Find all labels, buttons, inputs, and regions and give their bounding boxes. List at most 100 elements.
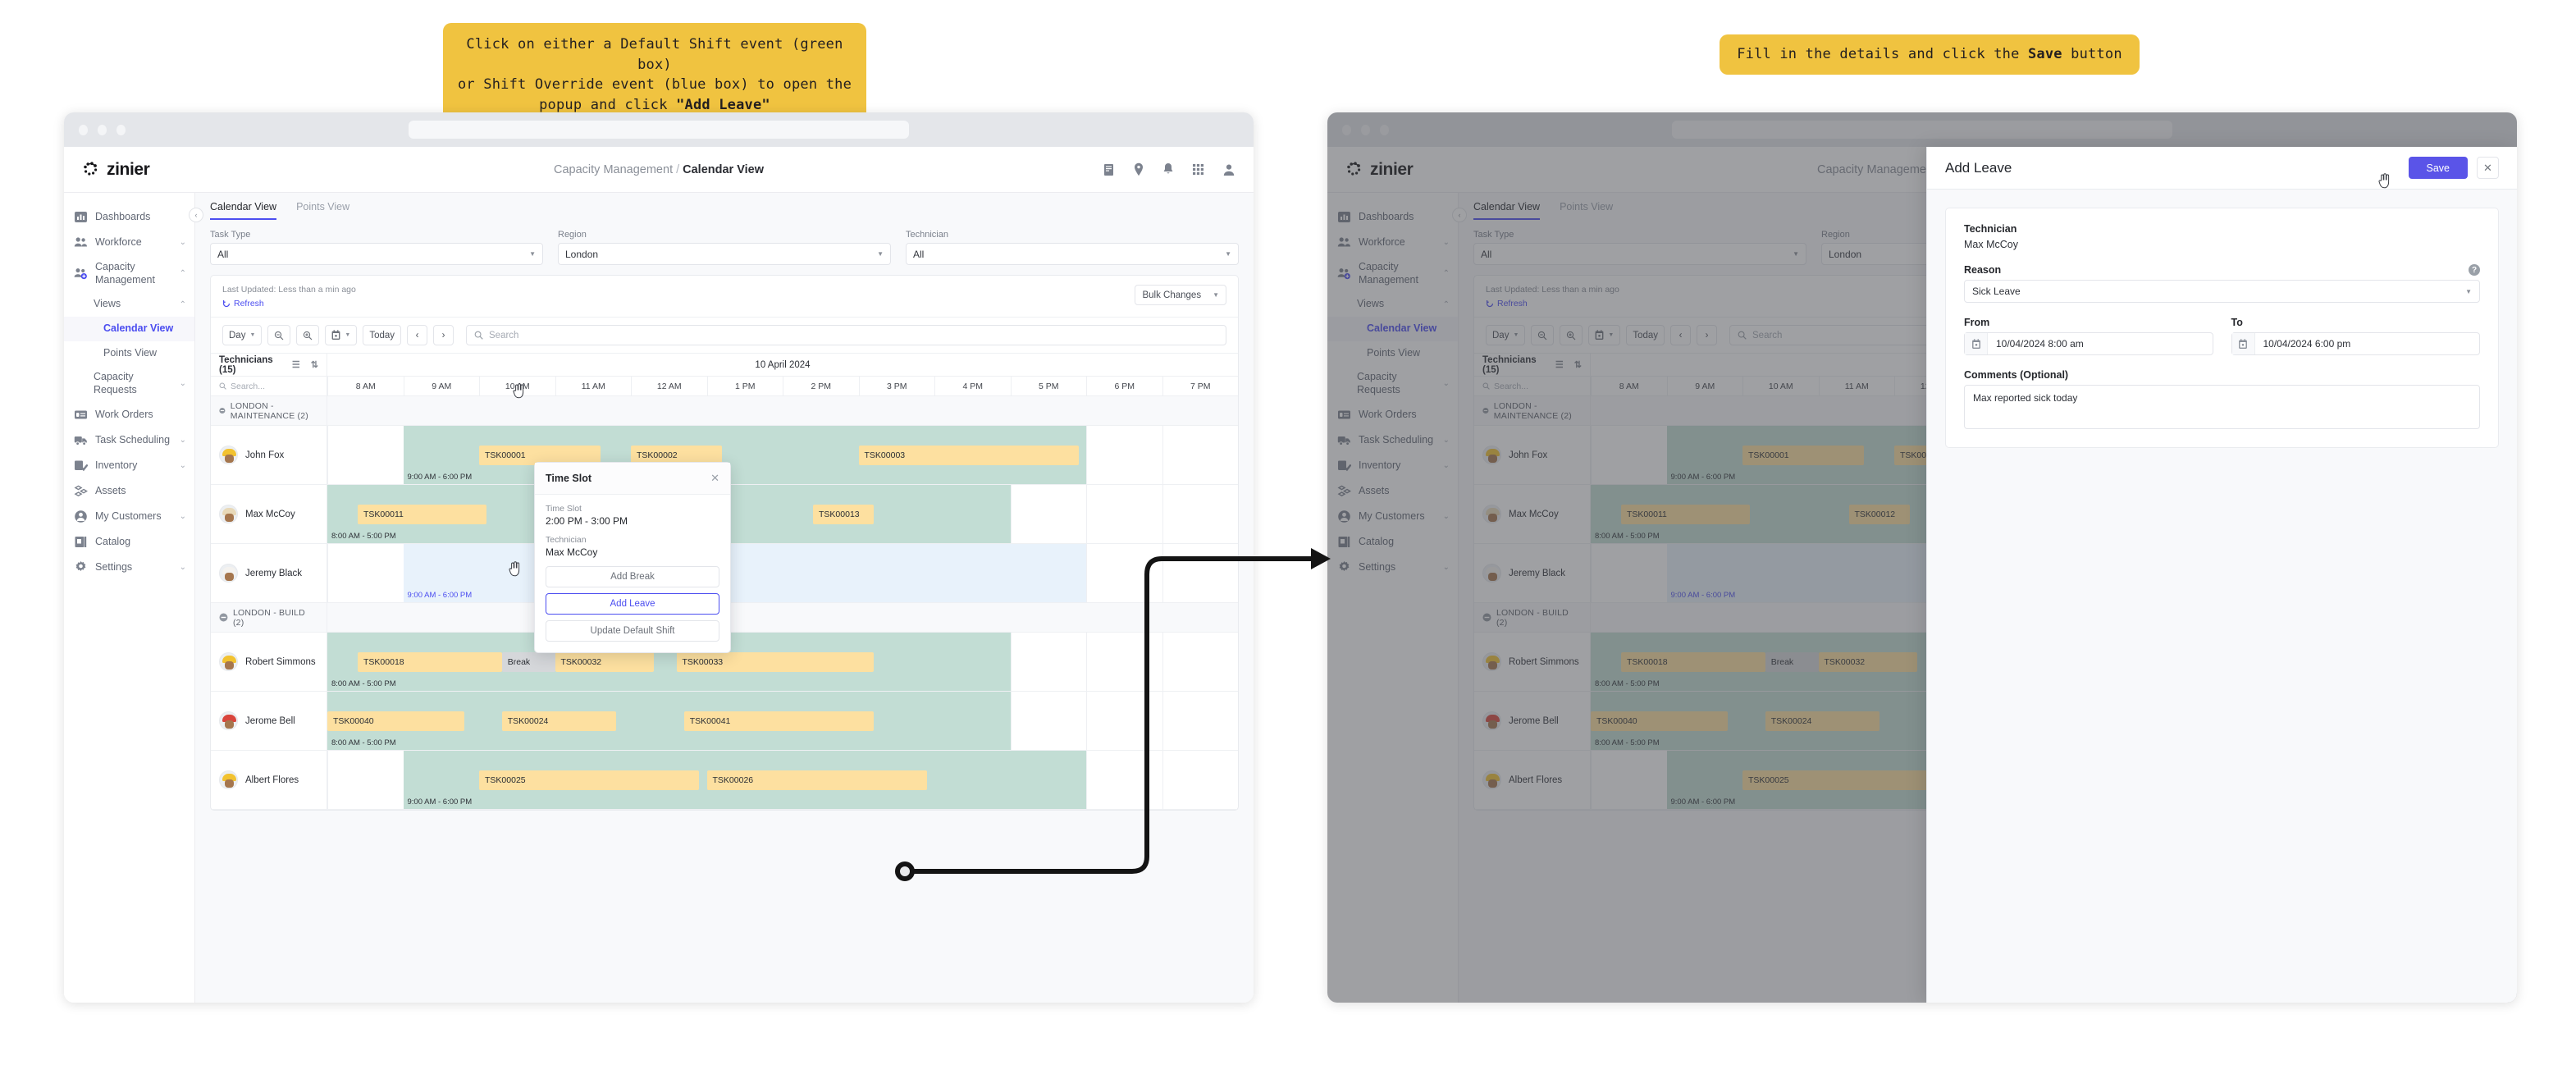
sidebar-item-views[interactable]: Views ⌃: [64, 292, 194, 317]
task-block[interactable]: TSK00040: [327, 711, 464, 731]
sidebar-item-dashboards[interactable]: Dashboards: [64, 204, 194, 230]
prev-button[interactable]: ‹: [407, 325, 428, 345]
window-maximize-dot[interactable]: [116, 124, 126, 135]
breadcrumb-current: Calendar View: [683, 162, 764, 176]
next-button[interactable]: ›: [433, 325, 454, 345]
task-block[interactable]: TSK00041: [683, 711, 874, 731]
from-datetime-input[interactable]: 10/04/2024 8:00 am: [1964, 332, 2213, 355]
help-icon[interactable]: ?: [2469, 264, 2480, 276]
breadcrumb-parent[interactable]: Capacity Management: [554, 163, 673, 176]
sidebar-item-catalog[interactable]: Catalog: [64, 529, 194, 555]
task-block[interactable]: TSK00026: [706, 770, 927, 790]
date-picker-button[interactable]: ▼: [325, 325, 358, 345]
bulk-changes-dropdown[interactable]: Bulk Changes ▼: [1135, 285, 1226, 305]
sidebar-item-capacity-management[interactable]: Capacity Management ⌃: [64, 255, 194, 292]
grid-column[interactable]: [1086, 692, 1162, 750]
sidebar-item-points-view[interactable]: Points View: [64, 341, 194, 366]
add-leave-form-card: Technician Max McCoy Reason ? Sick Leave…: [1945, 208, 2499, 448]
task-block[interactable]: TSK00011: [358, 505, 487, 524]
task-block[interactable]: TSK00024: [501, 711, 616, 731]
update-default-shift-button[interactable]: Update Default Shift: [546, 620, 719, 642]
filter-task-type-select[interactable]: All ▼: [210, 243, 543, 265]
to-datetime-input[interactable]: 10/04/2024 6:00 pm: [2231, 332, 2480, 355]
task-block[interactable]: TSK00013: [813, 505, 874, 524]
group-label[interactable]: LONDON - BUILD (2): [211, 603, 327, 632]
sidebar-collapse-button[interactable]: ‹: [189, 208, 203, 222]
bell-icon[interactable]: [1162, 162, 1174, 176]
grid-column[interactable]: [1162, 633, 1238, 691]
today-button[interactable]: Today: [363, 325, 402, 345]
task-block[interactable]: TSK00003: [858, 446, 1079, 465]
reason-select[interactable]: Sick Leave ▼: [1964, 280, 2480, 303]
group-label[interactable]: LONDON - MAINTENANCE (2): [211, 396, 327, 425]
grid-column[interactable]: [1162, 485, 1238, 543]
grid-column[interactable]: [1162, 544, 1238, 602]
sidebar-item-assets[interactable]: Assets: [64, 478, 194, 504]
technician-cell: John Fox: [211, 426, 327, 484]
filter-icon[interactable]: ☰: [292, 359, 300, 370]
hour-cell-2: 10 AM: [479, 377, 555, 395]
view-mode-label: Day: [229, 330, 246, 340]
add-leave-button[interactable]: Add Leave: [546, 593, 719, 615]
tab-calendar-view[interactable]: Calendar View: [210, 201, 277, 220]
window-minimize-dot[interactable]: [98, 124, 107, 135]
zoom-in-button[interactable]: [296, 325, 320, 345]
hour-cell-7: 3 PM: [858, 377, 935, 395]
reason-value: Sick Leave: [1972, 286, 2021, 297]
zoom-out-button[interactable]: [267, 325, 291, 345]
sidebar-item-work-orders[interactable]: Work Orders: [64, 402, 194, 427]
grid-column[interactable]: [327, 544, 403, 602]
search-input[interactable]: Search: [466, 325, 1226, 345]
grid-column[interactable]: [1162, 692, 1238, 750]
tab-points-view[interactable]: Points View: [296, 201, 349, 220]
grid-column[interactable]: [1162, 751, 1238, 809]
grid-column[interactable]: [327, 426, 403, 484]
filter-technician-select[interactable]: All ▼: [906, 243, 1239, 265]
sidebar-item-task-scheduling[interactable]: Task Scheduling ⌄: [64, 427, 194, 453]
sidebar-item-catalog-label: Catalog: [95, 536, 131, 548]
reason-row: Reason ?: [1964, 264, 2480, 276]
browser-window-right: zinier Capacity Management/Calendar View…: [1327, 112, 2517, 1003]
sidebar-item-my-customers[interactable]: My Customers ⌄: [64, 504, 194, 529]
sidebar-item-workforce[interactable]: Workforce ⌄: [64, 230, 194, 255]
technician-search-input[interactable]: Search...: [211, 377, 327, 395]
sidebar-item-calendar-view[interactable]: Calendar View: [64, 316, 194, 341]
close-icon[interactable]: ✕: [710, 472, 719, 485]
add-break-button[interactable]: Add Break: [546, 566, 719, 587]
grid-column[interactable]: [1086, 751, 1162, 809]
comments-textarea[interactable]: Max reported sick today: [1964, 385, 2480, 429]
window-close-dot[interactable]: [79, 124, 88, 135]
hour-cell-9: 5 PM: [1010, 377, 1087, 395]
sort-icon[interactable]: ⇅: [311, 359, 318, 370]
close-icon-drawer[interactable]: ✕: [2477, 157, 2499, 179]
grid-column[interactable]: [1086, 633, 1162, 691]
sidebar-item-settings[interactable]: Settings ⌄: [64, 555, 194, 580]
grid-column[interactable]: [1010, 633, 1086, 691]
zinier-logo[interactable]: zinier: [82, 160, 150, 180]
task-block[interactable]: TSK00018: [358, 652, 502, 672]
refresh-button[interactable]: Refresh: [222, 299, 356, 308]
sidebar-item-capacity-requests[interactable]: Capacity Requests ⌄: [64, 365, 194, 402]
filter-region-select[interactable]: London ▼: [558, 243, 891, 265]
grid-column[interactable]: [1162, 426, 1238, 484]
task-block[interactable]: TSK00033: [676, 652, 874, 672]
grid-column[interactable]: [1086, 544, 1162, 602]
grid-column[interactable]: [1086, 485, 1162, 543]
address-bar[interactable]: [409, 121, 909, 139]
technician-label: Technician: [1964, 223, 2017, 235]
break-block[interactable]: Break: [501, 652, 555, 672]
grid-column[interactable]: [1010, 485, 1086, 543]
location-pin-icon[interactable]: [1133, 162, 1144, 176]
grid-apps-icon[interactable]: [1192, 163, 1204, 176]
task-block[interactable]: TSK00032: [555, 652, 654, 672]
task-block[interactable]: TSK00025: [479, 770, 700, 790]
grid-column[interactable]: [1086, 426, 1162, 484]
shift-override-block[interactable]: 9:00 AM - 6:00 PM: [403, 544, 1086, 602]
save-button[interactable]: Save: [2408, 157, 2468, 179]
user-avatar-icon[interactable]: [1222, 163, 1235, 176]
sidebar-item-inventory[interactable]: Inventory ⌄: [64, 453, 194, 478]
grid-column[interactable]: [327, 751, 403, 809]
grid-column[interactable]: [1010, 692, 1086, 750]
view-mode-dropdown[interactable]: Day ▼: [222, 325, 263, 345]
notes-icon[interactable]: [1103, 163, 1115, 176]
